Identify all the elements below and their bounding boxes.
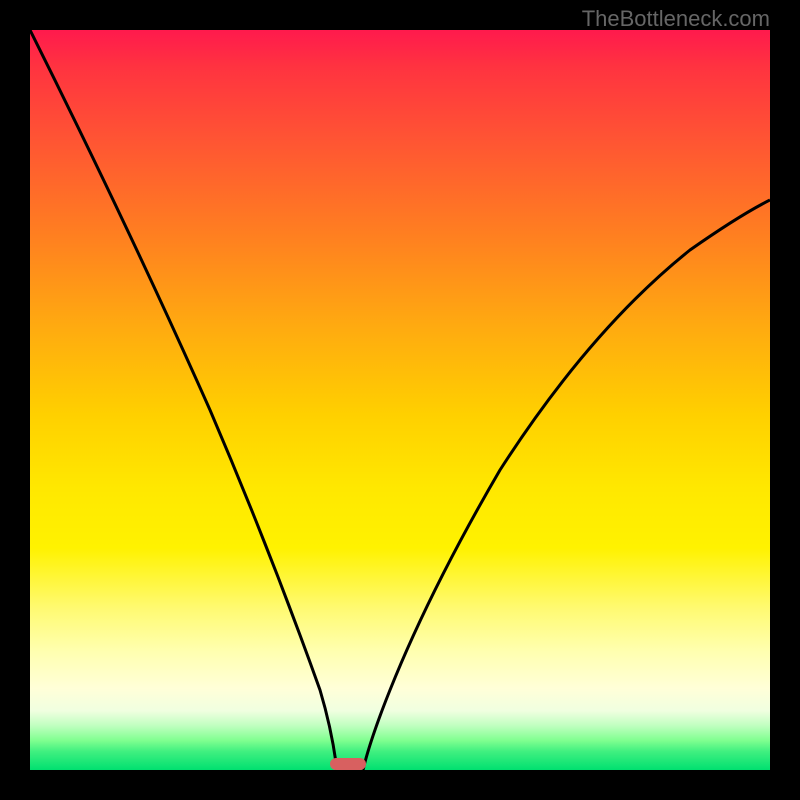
- right-curve: [363, 200, 770, 770]
- plot-area: [30, 30, 770, 770]
- watermark-text: TheBottleneck.com: [582, 6, 770, 32]
- curves-svg: [30, 30, 770, 770]
- left-curve: [30, 30, 337, 770]
- bottleneck-marker: [330, 758, 366, 770]
